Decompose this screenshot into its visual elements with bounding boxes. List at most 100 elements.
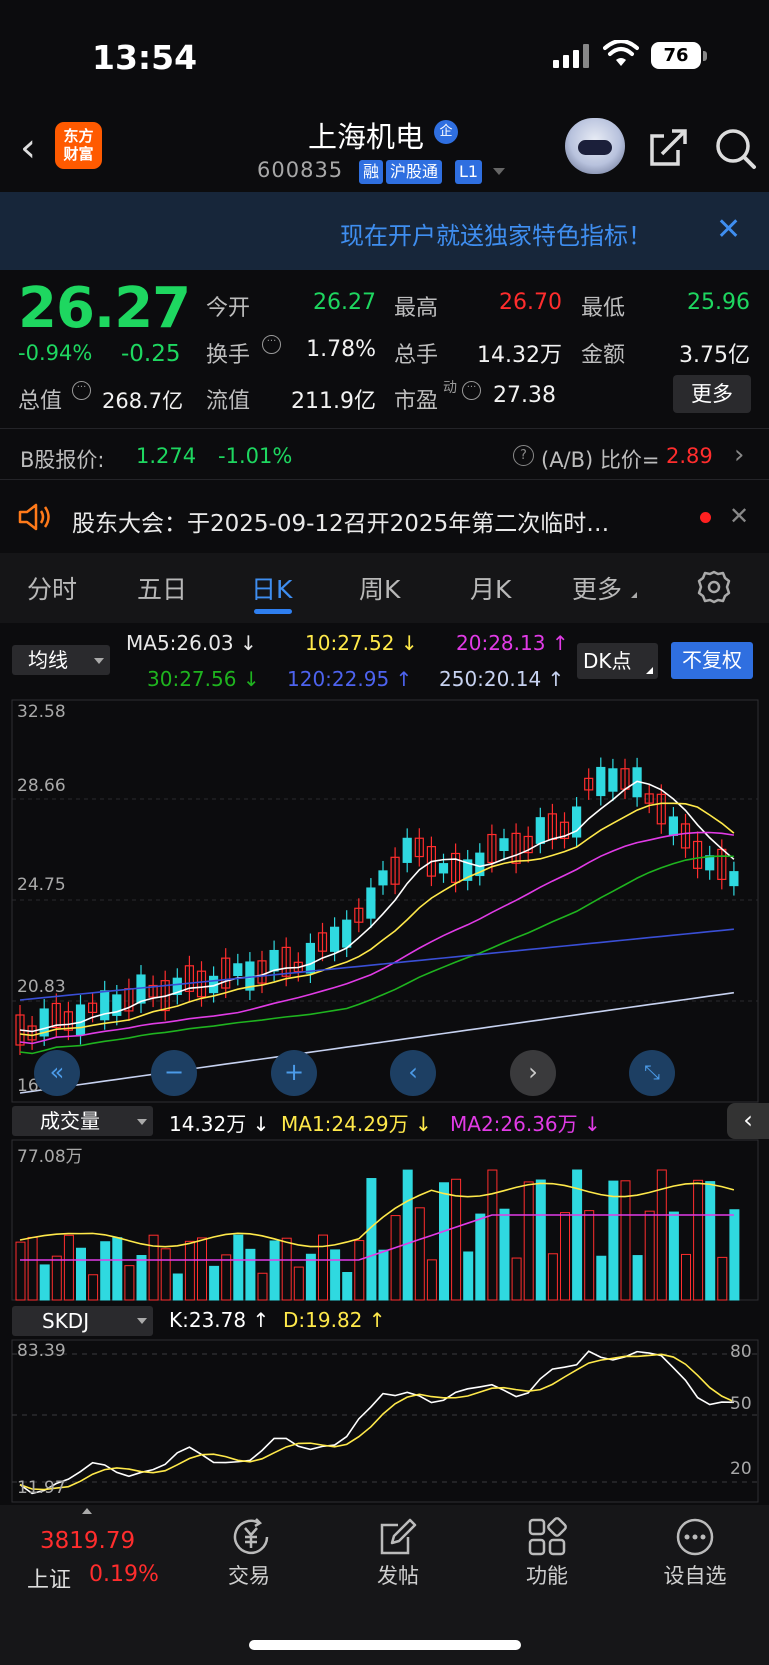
- volume-bar: [366, 1178, 377, 1301]
- skdj-level-20: 20: [730, 1459, 752, 1479]
- volume-bar: [426, 1259, 437, 1301]
- ma20-line: [19, 831, 735, 1045]
- post-icon[interactable]: [378, 1517, 418, 1557]
- fullscreen-icon[interactable]: ⤡: [629, 1050, 675, 1096]
- nav-trade[interactable]: 交易: [199, 1560, 299, 1590]
- skdj-k-value: K:23.78 ↑: [169, 1308, 269, 1332]
- nav-post[interactable]: 发帖: [348, 1560, 448, 1590]
- volume-bar: [342, 1272, 353, 1301]
- candle-body: [366, 887, 376, 919]
- skdj-d-arrow: ↑: [368, 1308, 386, 1332]
- volume-bar: [15, 1241, 26, 1301]
- skdj-d-line: [19, 1353, 735, 1491]
- trade-icon[interactable]: [229, 1517, 273, 1557]
- volume-bar: [475, 1213, 486, 1301]
- volume-bar: [487, 1169, 498, 1301]
- index-change[interactable]: 0.19%: [89, 1562, 159, 1587]
- volume-bar: [39, 1264, 50, 1301]
- volume-bar: [318, 1234, 328, 1301]
- functions-icon[interactable]: [527, 1517, 567, 1557]
- volume-bar: [233, 1234, 244, 1301]
- volume-bar: [172, 1273, 183, 1301]
- volume-bar: [269, 1240, 280, 1301]
- index-value[interactable]: 3819.79: [40, 1528, 135, 1554]
- skdj-k-line: [19, 1350, 734, 1495]
- nav-add-watchlist[interactable]: 设自选: [645, 1560, 745, 1590]
- volume-bar: [463, 1251, 474, 1301]
- volume-bar: [197, 1237, 207, 1301]
- volume-bar: [439, 1182, 449, 1301]
- volume-value: 14.32万 ↓: [169, 1108, 269, 1137]
- zoom-out-icon[interactable]: −: [151, 1050, 197, 1096]
- candle-body: [668, 816, 679, 836]
- candle-body: [438, 863, 449, 874]
- volume-bar: [221, 1254, 232, 1301]
- volume-bar: [281, 1237, 292, 1301]
- volume-bar: [523, 1181, 534, 1301]
- candle-body: [535, 817, 545, 844]
- candle-body: [608, 768, 618, 792]
- volume-bar: [414, 1207, 425, 1301]
- candle-body: [596, 766, 606, 797]
- volume-bar: [693, 1179, 704, 1301]
- volume-bar: [354, 1240, 365, 1301]
- collapse-panel-icon[interactable]: ‹: [727, 1103, 769, 1139]
- candle-body: [75, 1004, 86, 1036]
- vol-ma1-value: MA1:24.29万 ↓: [281, 1108, 432, 1137]
- volume-bar: [644, 1210, 655, 1301]
- volume-bar: [88, 1274, 99, 1301]
- volume-bar: [717, 1256, 728, 1301]
- volume-bar: [451, 1178, 462, 1301]
- vol-ma2-arrow: ↓: [584, 1112, 601, 1136]
- candle-body: [233, 963, 243, 977]
- chevron-down-icon: [137, 1119, 147, 1125]
- oscillator-selector[interactable]: SKDJ: [12, 1306, 153, 1336]
- oscillator-selector-label: SKDJ: [42, 1309, 90, 1333]
- skdj-d-text: D:19.82: [283, 1308, 363, 1332]
- skdj-min-label: 11.97: [17, 1478, 66, 1498]
- volume-bar: [668, 1211, 679, 1301]
- skdj-max-label: 83.39: [17, 1341, 66, 1361]
- volume-arrow: ↓: [252, 1112, 270, 1136]
- volume-selector-label: 成交量: [40, 1109, 100, 1133]
- volume-bar: [245, 1248, 256, 1301]
- volume-bar: [584, 1210, 595, 1301]
- volume-bar: [632, 1255, 643, 1301]
- chevron-left-icon[interactable]: ‹: [390, 1050, 436, 1096]
- volume-bar: [596, 1255, 607, 1301]
- zoom-in-icon[interactable]: +: [271, 1050, 317, 1096]
- candle-body: [330, 926, 340, 952]
- expand-up-icon[interactable]: [82, 1508, 92, 1514]
- volume-bar: [620, 1180, 631, 1301]
- ma5-line: [19, 780, 735, 1033]
- index-name[interactable]: 上证: [27, 1562, 71, 1594]
- volume-bar: [160, 1248, 171, 1301]
- chevron-right-icon[interactable]: ›: [510, 1050, 556, 1096]
- vol-ma2-text: MA2:26.36万: [450, 1112, 578, 1136]
- skdj-panel-frame: [11, 1339, 759, 1503]
- candle-body: [305, 942, 315, 974]
- volume-bar: [547, 1253, 558, 1301]
- vol-ma1-text: MA1:24.29万: [281, 1112, 409, 1136]
- nav-functions[interactable]: 功能: [497, 1560, 597, 1590]
- candle-body: [705, 855, 715, 871]
- scroll-start-icon[interactable]: «: [34, 1050, 80, 1096]
- y-axis-label: 28.66: [17, 776, 66, 796]
- volume-bar: [378, 1249, 389, 1301]
- watchlist-icon[interactable]: [675, 1517, 715, 1557]
- volume-bar: [535, 1179, 546, 1301]
- skdj-k-text: K:23.78: [169, 1308, 247, 1332]
- kline-chart[interactable]: [0, 0, 769, 1505]
- volume-bar: [560, 1212, 570, 1301]
- candle-body: [499, 838, 509, 852]
- volume-bar: [112, 1237, 123, 1301]
- volume-indicator-selector[interactable]: 成交量: [12, 1106, 153, 1136]
- candle-body: [269, 949, 279, 972]
- volume-text: 14.32万: [169, 1112, 247, 1136]
- skdj-k-arrow: ↑: [252, 1308, 270, 1332]
- y-axis-label: 20.83: [17, 977, 66, 997]
- vol-ma2-value: MA2:26.36万 ↓: [450, 1108, 601, 1137]
- candle-body: [378, 870, 388, 886]
- volume-bar: [499, 1208, 510, 1301]
- volume-bar: [511, 1257, 522, 1301]
